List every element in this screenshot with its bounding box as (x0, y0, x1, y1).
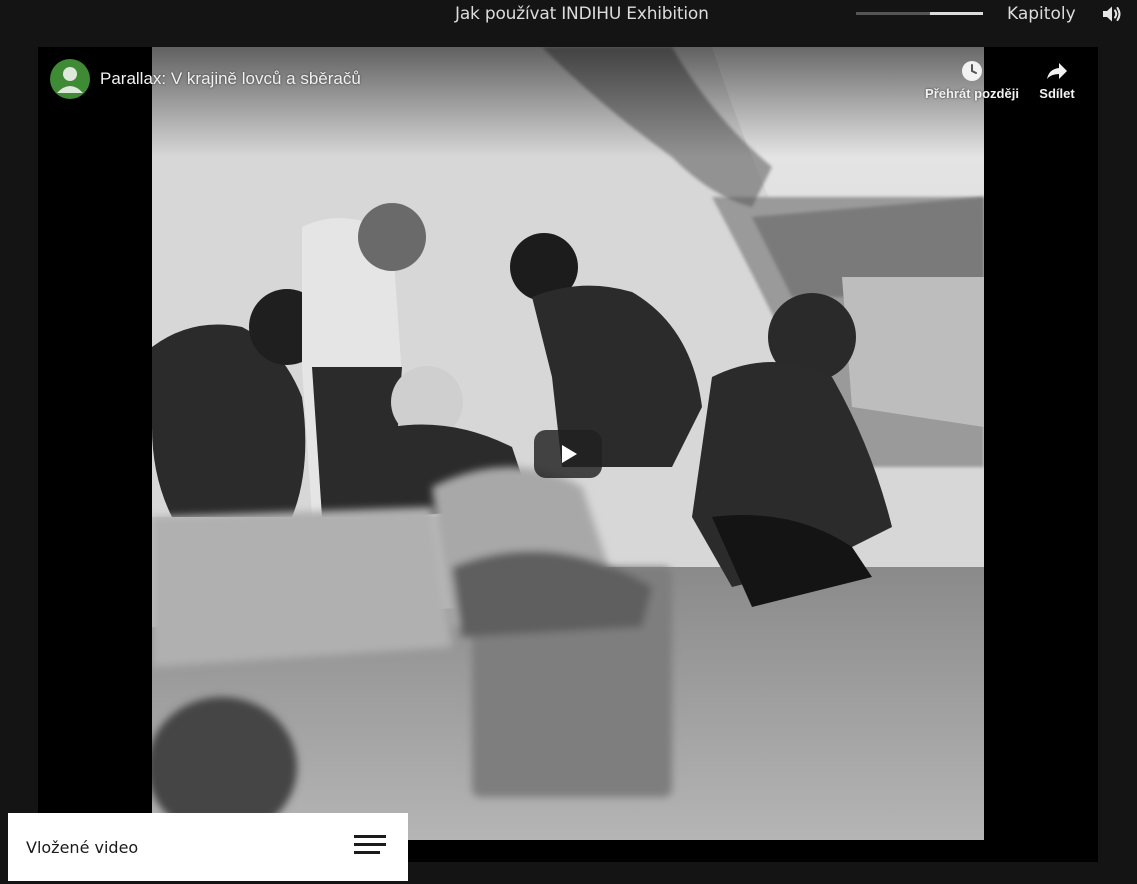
caption-text: Vložené video (26, 838, 139, 857)
menu-line (354, 835, 386, 838)
video-title[interactable]: Parallax: V krajině lovců a sběračů (100, 69, 361, 89)
menu-line (354, 851, 380, 854)
embedded-video-player[interactable]: Parallax: V krajině lovců a sběračů Přeh… (38, 47, 1098, 862)
watch-later-button[interactable]: Přehrát později (922, 59, 1022, 103)
caption-panel: Vložené video (8, 813, 408, 881)
sound-button[interactable] (1100, 2, 1124, 26)
clock-icon (962, 61, 982, 81)
share-button[interactable]: Sdílet (1034, 59, 1080, 103)
top-bar: Jak používat INDIHU Exhibition Kapitoly (0, 0, 1137, 30)
user-avatar-icon (57, 67, 83, 93)
play-button[interactable] (534, 430, 602, 478)
hamburger-menu-icon[interactable] (354, 833, 388, 861)
progress-bar[interactable] (856, 12, 983, 15)
speaker-icon (1103, 6, 1121, 22)
menu-line (354, 843, 386, 846)
watch-later-label: Přehrát později (925, 86, 1019, 101)
play-icon (562, 445, 577, 463)
channel-avatar[interactable] (50, 59, 90, 99)
progress-bar-fill (930, 12, 983, 15)
page-title: Jak používat INDIHU Exhibition (455, 4, 709, 24)
share-label: Sdílet (1039, 86, 1075, 101)
chapters-link[interactable]: Kapitoly (1007, 4, 1076, 24)
share-arrow-icon (1047, 63, 1067, 79)
